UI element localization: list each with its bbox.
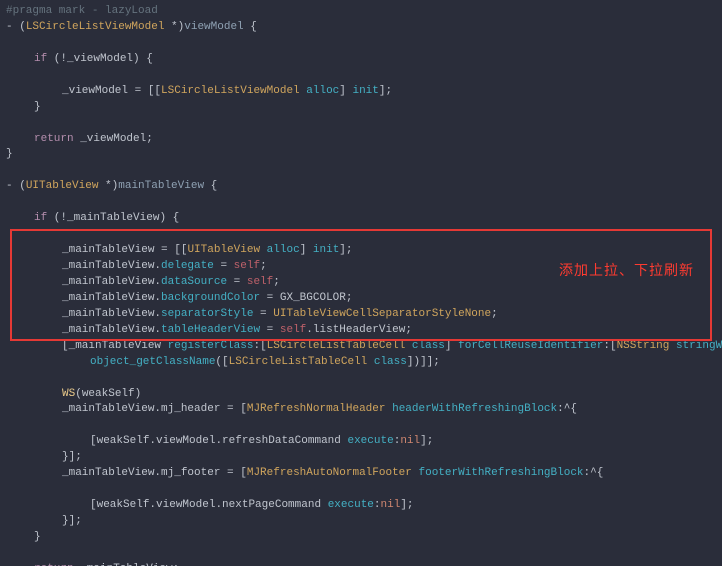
code-line: }: [6, 530, 716, 546]
code-line: [6, 68, 716, 84]
code-line: [6, 163, 716, 179]
code-line: _mainTableView.separatorStyle = UITableV…: [6, 307, 716, 323]
code-line: _viewModel = [[LSCircleListViewModel all…: [6, 84, 716, 100]
code-line: - (UITableView *)mainTableView {: [6, 179, 716, 195]
code-editor[interactable]: #pragma mark - lazyLoad- (LSCircleListVi…: [0, 0, 722, 566]
code-line: }];: [6, 514, 716, 530]
code-line: [weakSelf.viewModel.refreshDataCommand e…: [6, 434, 716, 450]
code-line: [weakSelf.viewModel.nextPageCommand exec…: [6, 498, 716, 514]
code-line: }];: [6, 450, 716, 466]
code-line: [6, 116, 716, 132]
code-line: _mainTableView.dataSource = self;: [6, 275, 716, 291]
code-line: return _mainTableView;: [6, 562, 716, 566]
code-line: [_mainTableView registerClass:[LSCircleL…: [6, 339, 716, 355]
code-line: [6, 546, 716, 562]
code-line: [6, 418, 716, 434]
code-line: if (!_viewModel) {: [6, 52, 716, 68]
code-line: [6, 371, 716, 387]
code-line: WS(weakSelf): [6, 387, 716, 403]
code-line: _mainTableView.mj_footer = [MJRefreshAut…: [6, 466, 716, 482]
code-line: - (LSCircleListViewModel *)viewModel {: [6, 20, 716, 36]
code-line: }: [6, 100, 716, 116]
code-line: [6, 195, 716, 211]
code-line: _mainTableView.delegate = self;: [6, 259, 716, 275]
code-line: _mainTableView.backgroundColor = GX_BGCO…: [6, 291, 716, 307]
code-line: return _viewModel;: [6, 132, 716, 148]
code-line: [6, 36, 716, 52]
code-line: #pragma mark - lazyLoad: [6, 4, 716, 20]
code-line: object_getClassName([LSCircleListTableCe…: [6, 355, 716, 371]
code-line: }: [6, 147, 716, 163]
code-line: [6, 227, 716, 243]
code-line: _mainTableView.tableHeaderView = self.li…: [6, 323, 716, 339]
code-line: if (!_mainTableView) {: [6, 211, 716, 227]
code-line: _mainTableView = [[UITableView alloc] in…: [6, 243, 716, 259]
code-line: [6, 482, 716, 498]
code-line: _mainTableView.mj_header = [MJRefreshNor…: [6, 402, 716, 418]
